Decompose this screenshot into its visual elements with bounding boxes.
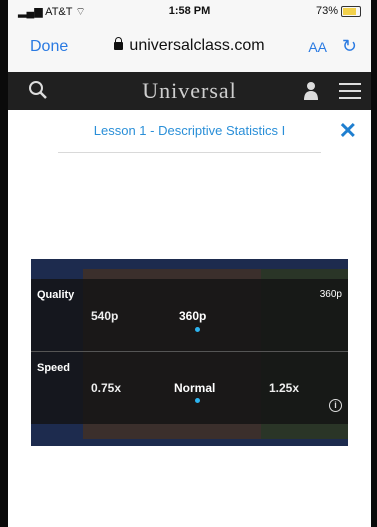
url-text: universalclass.com xyxy=(129,37,265,54)
menu-icon[interactable] xyxy=(339,83,361,104)
reload-icon[interactable]: ↻ xyxy=(342,36,357,57)
lock-icon xyxy=(114,37,124,50)
browser-window: ▂▄▆ AT&T ⌔ 1:58 PM 73% Done universalcla… xyxy=(8,0,371,527)
video-player[interactable]: Quality 360p 540p 360p Speed 0.75x Norma… xyxy=(31,259,348,446)
quality-option-360p[interactable]: 360p xyxy=(179,309,206,323)
quality-selected-indicator xyxy=(195,327,200,332)
status-bar: ▂▄▆ AT&T ⌔ 1:58 PM 73% xyxy=(8,0,371,22)
speed-option-normal[interactable]: Normal xyxy=(174,381,215,395)
current-quality: 360p xyxy=(319,289,342,300)
battery: 73% xyxy=(316,5,361,17)
browser-toolbar: Done universalclass.com AA ↻ xyxy=(8,22,371,73)
battery-icon xyxy=(341,5,361,17)
close-icon[interactable]: ✕ xyxy=(339,118,357,144)
info-icon[interactable]: i xyxy=(329,399,342,412)
speed-selected-indicator xyxy=(195,398,200,403)
divider xyxy=(58,152,321,153)
battery-percent: 73% xyxy=(315,5,338,17)
speed-option-1.25x[interactable]: 1.25x xyxy=(269,381,299,395)
settings-separator xyxy=(31,351,348,352)
settings-overlay: Quality 360p 540p 360p Speed 0.75x Norma… xyxy=(31,279,348,424)
text-size-button[interactable]: AA xyxy=(308,39,327,55)
user-icon[interactable] xyxy=(303,81,319,101)
lesson-title[interactable]: Lesson 1 - Descriptive Statistics I xyxy=(8,123,371,138)
quality-option-540p[interactable]: 540p xyxy=(91,309,118,323)
site-header: Universal xyxy=(8,72,371,110)
quality-label: Quality xyxy=(37,289,75,301)
speed-label: Speed xyxy=(37,362,71,374)
speed-option-0.75x[interactable]: 0.75x xyxy=(91,381,121,395)
logo-text: Universal xyxy=(142,78,237,103)
